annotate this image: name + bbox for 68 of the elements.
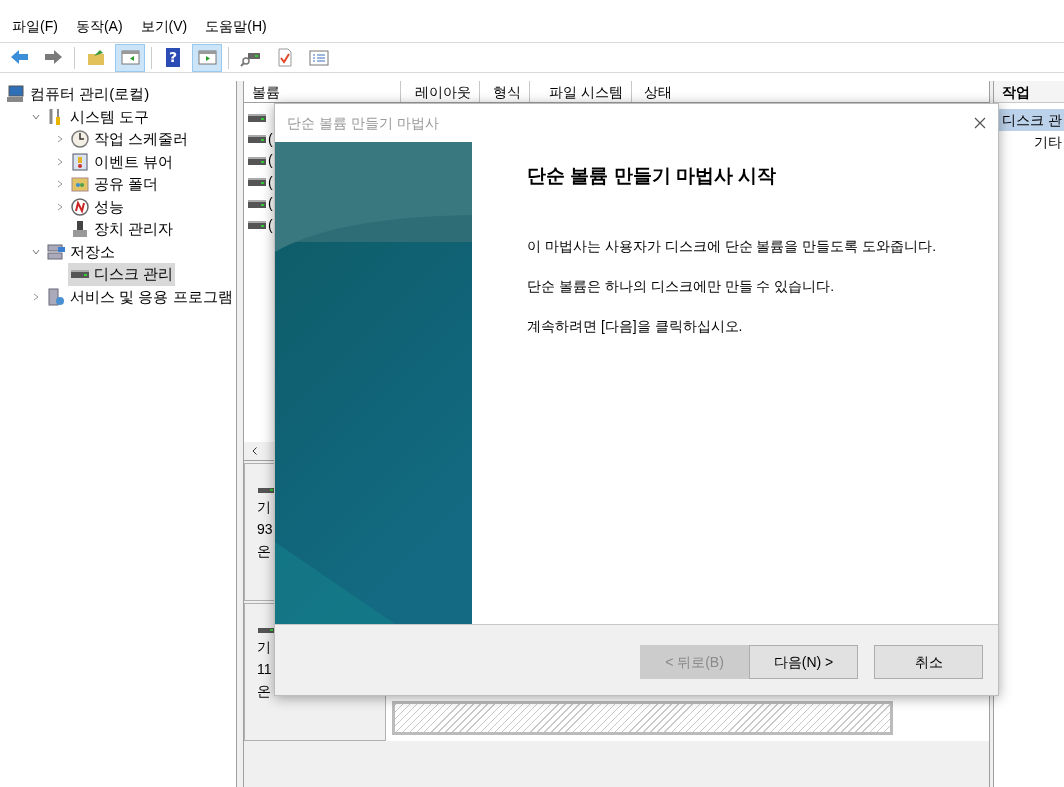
services-icon — [46, 286, 66, 307]
wizard-text: 단순 볼륨은 하나의 디스크에만 만들 수 있습니다. — [527, 276, 836, 296]
tree-item[interactable]: 이벤트 뷰어 — [68, 150, 176, 173]
close-icon[interactable] — [974, 117, 986, 129]
toolbar-button[interactable] — [192, 43, 222, 72]
list-icon — [307, 47, 329, 68]
storage-icon — [46, 241, 66, 262]
volume-cell-text: ( — [268, 129, 273, 149]
disk-info-text: 기 — [257, 498, 272, 517]
wizard-heading: 단순 볼륨 만들기 마법사 시작 — [527, 164, 778, 188]
tree-item[interactable]: 성능 — [68, 195, 126, 218]
gauge-icon — [70, 196, 90, 217]
wizard-text: 계속하려면 [다음]을 클릭하십시오. — [527, 316, 744, 336]
column-header[interactable]: 볼륨 — [244, 81, 401, 102]
collapse-chevron-icon[interactable] — [32, 112, 40, 121]
tree-item[interactable]: 컴퓨터 관리(로컬) — [4, 83, 152, 106]
expand-chevron-icon[interactable] — [56, 135, 64, 144]
tree-item[interactable]: 저장소 — [44, 240, 117, 263]
unallocated-partition[interactable] — [392, 701, 893, 735]
volume-cell-text: ( — [268, 151, 273, 171]
notebook-icon — [70, 151, 90, 172]
wizard-button[interactable]: 다음(N) > — [749, 645, 858, 679]
tree-item[interactable]: 시스템 도구 — [44, 105, 152, 128]
column-header[interactable]: 상태 — [632, 81, 989, 102]
menu-item[interactable]: 도움말(H) — [197, 13, 275, 39]
volume-cell-text: ( — [268, 215, 273, 235]
wizard-text: 이 마법사는 사용자가 디스크에 단순 볼륨을 만들도록 도와줍니다. — [527, 236, 938, 256]
collapse-chevron-icon[interactable] — [32, 247, 40, 256]
toolbar-button[interactable] — [115, 43, 145, 72]
drive-icon — [248, 221, 266, 230]
column-header[interactable]: 레이아웃 — [400, 81, 481, 102]
pane-header: 작업 — [994, 81, 1064, 103]
column-header[interactable]: 형식 — [480, 81, 531, 102]
drive-icon — [248, 135, 266, 144]
tree-item[interactable]: 작업 스케줄러 — [68, 128, 191, 151]
device-icon — [70, 219, 90, 240]
tree-item[interactable]: 서비스 및 응용 프로그램 — [44, 285, 235, 308]
menu-item[interactable]: 동작(A) — [67, 13, 131, 39]
wizard-button[interactable]: 취소 — [874, 645, 983, 679]
drive-icon — [248, 178, 266, 187]
volume-cell-text: ( — [268, 194, 273, 214]
computer-icon — [6, 84, 26, 105]
tree-item[interactable]: 공유 폴더 — [68, 173, 161, 196]
tree-item[interactable]: 디스크 관리 — [68, 263, 176, 286]
panel-icon — [119, 47, 141, 68]
drive-icon — [248, 199, 266, 208]
disk-info-text: 온 — [257, 682, 272, 701]
dialog-title: 단순 볼륨 만들기 마법사 — [287, 113, 439, 133]
folder-icon — [85, 47, 107, 68]
disk-info-text: 11 — [257, 660, 273, 679]
folder-icon — [70, 174, 90, 195]
clock-icon — [70, 129, 90, 150]
expand-chevron-icon[interactable] — [56, 180, 64, 189]
tree-item[interactable]: 장치 관리자 — [68, 218, 176, 241]
disk-info-text: 온 — [257, 542, 272, 561]
disk-info-text: 93 — [257, 520, 274, 539]
drive-icon — [248, 156, 266, 165]
help-icon: ? — [166, 48, 180, 67]
drive-icon — [248, 113, 266, 122]
expand-chevron-icon[interactable] — [56, 202, 64, 211]
volume-cell-text: ( — [268, 172, 273, 192]
menu-item[interactable]: 파일(F) — [4, 13, 66, 39]
panel-icon — [196, 47, 218, 68]
expand-chevron-icon[interactable] — [32, 292, 40, 301]
disk-info-text: 기 — [257, 638, 272, 657]
column-header[interactable]: 파일 시스템 — [530, 81, 633, 102]
menu-item[interactable]: 보기(V) — [132, 13, 196, 39]
expand-chevron-icon[interactable] — [56, 157, 64, 166]
